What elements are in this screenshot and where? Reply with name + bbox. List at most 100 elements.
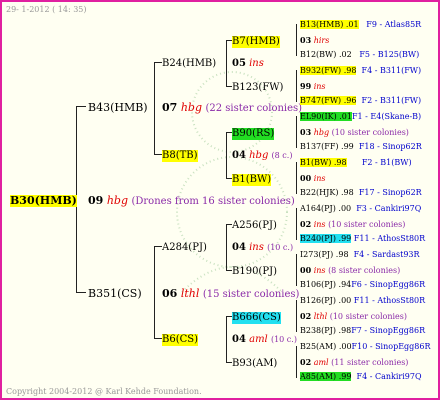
connector (226, 40, 227, 86)
g4-symbol: hbg (313, 128, 330, 137)
connector (226, 316, 227, 362)
g4-row: B137(FF) .99 F18 - Sinop62R (300, 141, 422, 153)
g4-queen[interactable]: A85(AM) .99 (300, 372, 352, 381)
g3-queen-d1[interactable]: B666(CS) (232, 312, 281, 324)
g4-year: 99 (300, 81, 312, 91)
connector (296, 162, 297, 194)
connector (296, 300, 297, 332)
g4-row: 00 ins (8 sister colonies) (300, 264, 400, 277)
date-stamp: 29- 1-2012 ( 14: 35) (6, 5, 87, 14)
g4-ref: F4 - Sardast93R (353, 250, 420, 259)
g4-sisters: (10 sister colonies) (328, 220, 406, 229)
g2-year-a: 05 (232, 58, 246, 69)
g4-symbol: lthl (313, 312, 328, 321)
g4-queen[interactable]: EL90(IK) .01 (300, 112, 352, 121)
g4-sisters: (8 sister colonies) (328, 266, 401, 275)
g4-row: B22(HJK) .98 F17 - Sinop62R (300, 187, 422, 199)
g2-year-b: 04 (232, 150, 246, 161)
g4-row: B747(FW) .96 F2 - B311(FW) (300, 95, 421, 107)
g3-queen-a1[interactable]: B7(HMB) (232, 36, 280, 48)
g4-queen[interactable]: B238(PJ) .98 (300, 326, 351, 335)
g4-ref: F7 - SinopEgg86R (351, 326, 426, 335)
g4-queen[interactable]: I273(PJ) .98 (300, 250, 349, 259)
g4-row: A85(AM) .99 F4 - Cankiri97Q (300, 371, 422, 383)
connector (154, 246, 155, 338)
sire-queen[interactable]: B43(HMB) (88, 102, 148, 114)
g2-symbol-c: ins (249, 242, 264, 253)
g4-queen[interactable]: A164(PJ) .00 (300, 204, 351, 213)
g4-ref: F18 - Sinop62R (358, 142, 422, 151)
connector (154, 246, 162, 247)
dam-year: 06 (162, 287, 178, 300)
g4-queen[interactable]: B12(BW) .02 (300, 50, 352, 59)
g4-row: 02 ins (10 sister colonies) (300, 218, 405, 231)
g2-queen-b[interactable]: B8(TB) (162, 150, 198, 162)
g3-queen-c1[interactable]: A256(PJ) (232, 220, 277, 232)
dam-symbol: lthl (180, 287, 200, 300)
g4-symbol: ins (313, 174, 326, 183)
g2-sisters-b: (8 c.) (271, 151, 293, 160)
g4-row: B240(PJ) .99 F11 - AthosSt80R (300, 233, 425, 245)
g4-ref: F9 - Atlas85R (366, 20, 422, 29)
g4-row: 03 hbg (10 sister colonies) (300, 126, 409, 139)
g4-queen[interactable]: B137(FF) .99 (300, 142, 354, 151)
g4-ref: F10 - SinopEgg86R (351, 342, 431, 351)
root-year: 09 (88, 194, 104, 207)
g4-ref: F4 - Cankiri97Q (356, 372, 422, 381)
g2-info-c: 04 ins (10 c.) (232, 242, 293, 254)
g4-year: 02 (300, 219, 312, 229)
g4-symbol: ins (313, 82, 326, 91)
g4-queen[interactable]: B932(FW) .98 (300, 66, 357, 75)
sire-sisters: (22 sister colonies) (205, 103, 303, 114)
g4-row: B126(PJ) .00 F11 - AthosSt80R (300, 295, 425, 307)
g2-queen-a[interactable]: B24(HMB) (162, 58, 216, 70)
g4-queen[interactable]: B13(HMB) .01 (300, 20, 359, 29)
connector (76, 106, 86, 107)
g4-row: B13(HMB) .01 F9 - Atlas85R (300, 19, 421, 31)
connector (154, 62, 162, 63)
g4-year: 03 (300, 127, 312, 137)
g4-queen[interactable]: B747(FW) .96 (300, 96, 357, 105)
g4-sisters: (10 sister colonies) (331, 128, 409, 137)
g3-queen-c2[interactable]: B190(PJ) (232, 266, 277, 278)
g2-symbol-a: ins (249, 58, 264, 69)
g4-queen[interactable]: B106(PJ) .94 (300, 280, 351, 289)
g4-year: 02 (300, 357, 312, 367)
g3-queen-b2[interactable]: B1(BW) (232, 174, 272, 186)
dam-queen[interactable]: B351(CS) (88, 288, 142, 300)
g3-queen-b1[interactable]: B90(RS) (232, 128, 275, 140)
pedigree-chart: 29- 1-2012 ( 14: 35) B30(HMB) 09 hbg (Dr… (0, 0, 440, 400)
g4-ref: F2 - B311(FW) (361, 96, 422, 105)
g4-ref: F11 - AthosSt80R (353, 234, 426, 243)
g4-row: B12(BW) .02 F5 - B125(BW) (300, 49, 419, 61)
g4-ref: F11 - AthosSt80R (353, 296, 426, 305)
g4-queen[interactable]: B126(PJ) .00 (300, 296, 351, 305)
g4-year: 00 (300, 265, 312, 275)
g4-queen[interactable]: B22(HJK) .98 (300, 188, 354, 197)
root-queen[interactable]: B30(HMB) (10, 195, 77, 207)
g2-queen-c[interactable]: A284(PJ) (162, 242, 207, 254)
g4-row: EL90(IK) .01F1 - E4(Skane-B) (300, 111, 421, 123)
g4-queen[interactable]: B240(PJ) .99 (300, 234, 352, 243)
g3-queen-d2[interactable]: B93(AM) (232, 358, 277, 370)
g4-row: A164(PJ) .00 F3 - Cankiri97Q (300, 203, 421, 215)
connector (76, 292, 86, 293)
g4-queen[interactable]: B25(AM) .00 (300, 342, 352, 351)
g4-symbol: ins (313, 220, 326, 229)
g3-queen-a2[interactable]: B123(FW) (232, 82, 283, 94)
g4-ref: F6 - SinopEgg86R (351, 280, 426, 289)
g2-sisters-c: (10 c.) (267, 243, 294, 252)
g4-row: B932(FW) .98 F4 - B311(FW) (300, 65, 421, 77)
sire-symbol: hbg (180, 101, 202, 114)
g2-info-b: 04 hbg (8 c.) (232, 150, 292, 162)
connector (154, 62, 155, 154)
g4-row: B238(PJ) .98F7 - SinopEgg86R (300, 325, 425, 337)
g4-sisters: (11 sister colonies) (331, 358, 409, 367)
g2-queen-d[interactable]: B6(CS) (162, 334, 199, 346)
g4-row: 03 hirs (300, 34, 329, 47)
g4-sisters: (10 sister colonies) (329, 312, 407, 321)
g4-queen[interactable]: B1(BW) .98 (300, 158, 347, 167)
g2-symbol-b: hbg (249, 150, 269, 161)
g4-symbol: aml (313, 358, 329, 367)
g4-row: 99 ins (300, 80, 326, 93)
